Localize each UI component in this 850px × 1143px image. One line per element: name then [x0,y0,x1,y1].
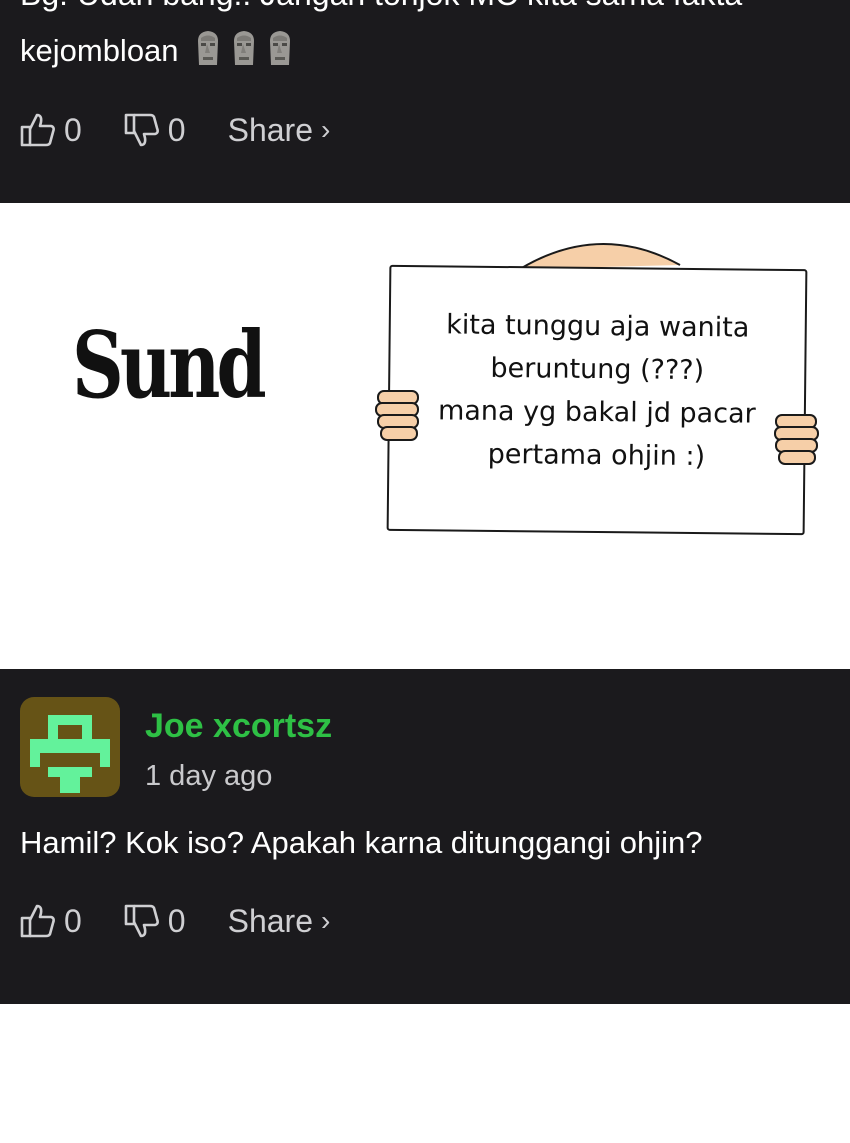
chevron-right-icon: › [320,905,331,936]
dislike-button[interactable]: 0 [122,901,186,941]
dislike-count: 0 [167,902,186,939]
comment-text-line-1: Bg! Udah bang!! Jangan tonjok MC kita sa… [20,0,742,14]
thumbs-up-icon [18,901,58,941]
dislike-count: 0 [167,111,186,148]
right-hand [774,414,819,465]
thumbs-down-icon [122,110,162,150]
comment-card: Bg! Udah bang!! Jangan tonjok MC kita sa… [0,0,850,203]
moai-icon [229,29,259,77]
comment-actions: 0 0 Share › [18,898,330,944]
share-button[interactable]: Share › [228,112,331,149]
like-button[interactable]: 0 [18,901,82,941]
pixel-avatar-icon [30,715,110,793]
comment-text-line-2: kejombloan [20,29,295,77]
username[interactable]: Joe xcortsz [145,707,332,746]
dislike-button[interactable]: 0 [122,110,186,150]
timestamp: 1 day ago [145,760,273,792]
comment-text: Hamil? Kok iso? Apakah karna ditunggangi… [20,825,703,860]
comment-card: Joe xcortsz 1 day ago Hamil? Kok iso? Ap… [0,669,850,1004]
like-count: 0 [64,111,82,148]
moai-icon [193,29,223,77]
comment-actions: 0 0 Share › [18,107,330,153]
thumbs-up-icon [18,110,58,150]
hands [375,390,819,465]
chevron-right-icon: › [320,114,331,145]
like-count: 0 [64,902,82,939]
share-label: Share [227,902,313,939]
left-hand [375,390,419,441]
share-button[interactable]: Share › [228,903,331,940]
moai-icon [265,29,295,77]
avatar[interactable] [20,697,120,797]
comic-panel: Sund kita tunggu aja wanita beruntung (?… [0,203,850,669]
share-label: Share [227,111,313,148]
thumbs-down-icon [122,901,162,941]
like-button[interactable]: 0 [18,110,82,150]
